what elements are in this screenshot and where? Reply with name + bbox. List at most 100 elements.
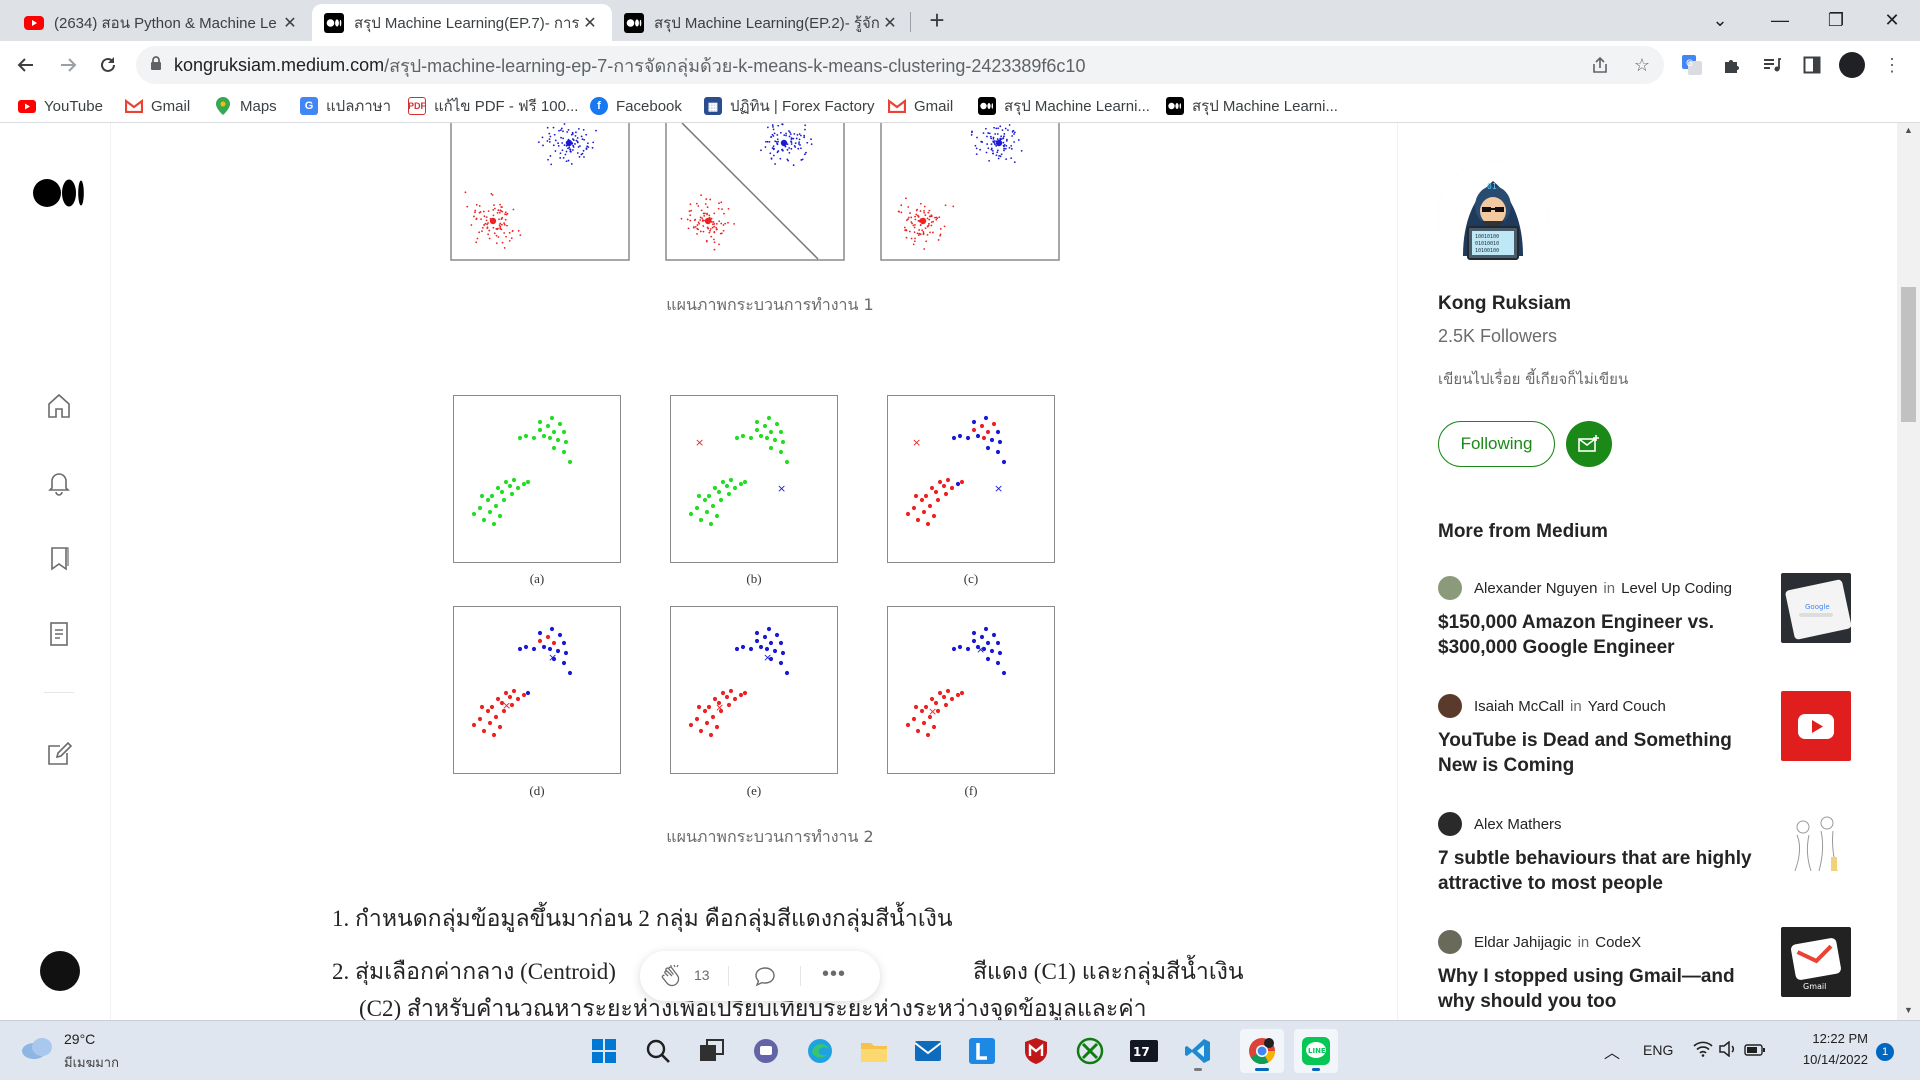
scatter-point <box>760 149 762 152</box>
page-scrollbar[interactable]: ▲ ▼ <box>1897 123 1920 1020</box>
weather-cloud-icon[interactable] <box>20 1035 56 1066</box>
following-button[interactable]: Following <box>1438 421 1555 467</box>
windows-start-icon[interactable] <box>582 1029 626 1073</box>
story-1-thumbnail[interactable]: Google <box>1781 573 1851 643</box>
story-2-thumbnail[interactable] <box>1781 691 1851 761</box>
scatter-point <box>563 439 569 445</box>
story-4-thumbnail[interactable]: Gmail <box>1781 927 1851 997</box>
write-story-icon[interactable] <box>44 739 74 769</box>
medium-logo-icon[interactable] <box>33 178 85 213</box>
reload-button[interactable] <box>92 49 124 81</box>
back-button[interactable] <box>10 49 42 81</box>
bookmark-translate[interactable]: G แปลภาษา <box>300 95 391 117</box>
scatter-point <box>995 449 1001 455</box>
bookmark-label: สรุป Machine Learni... <box>1192 98 1338 115</box>
author-followers[interactable]: 2.5K Followers <box>1438 326 1557 347</box>
scrollbar-thumb[interactable] <box>1901 287 1916 422</box>
tab-medium-ep2[interactable]: สรุป Machine Learning(EP.2)- รู้จัก ✕ <box>612 4 912 41</box>
profile-avatar[interactable] <box>1836 49 1868 81</box>
bookmark-medium-2[interactable]: สรุป Machine Learni... <box>1166 95 1338 117</box>
home-icon[interactable] <box>44 391 74 421</box>
side-panel-icon[interactable] <box>1796 49 1828 81</box>
volume-icon[interactable] <box>1718 1040 1738 1062</box>
chrome-menu-icon[interactable]: ⋮ <box>1876 49 1908 81</box>
chrome-icon[interactable] <box>1240 1029 1284 1073</box>
bookmark-gmail[interactable]: Gmail <box>125 95 190 117</box>
notification-badge[interactable]: 1 <box>1876 1043 1894 1061</box>
vscode-icon[interactable] <box>1176 1029 1220 1073</box>
author-name[interactable]: Kong Ruksiam <box>1438 293 1571 315</box>
close-window-button[interactable]: ✕ <box>1864 0 1920 41</box>
tab-youtube[interactable]: (2634) สอน Python & Machine Le ✕ <box>12 4 312 41</box>
scatter-point <box>577 146 580 148</box>
user-avatar[interactable] <box>40 951 80 991</box>
forward-button[interactable] <box>52 49 84 81</box>
close-icon[interactable]: ✕ <box>880 13 900 33</box>
notifications-bell-icon[interactable] <box>44 467 74 497</box>
close-icon[interactable]: ✕ <box>580 13 600 33</box>
wifi-icon[interactable] <box>1693 1041 1713 1062</box>
clock-date[interactable]: 10/14/2022 <box>1794 1052 1868 1067</box>
weather-temp[interactable]: 29°C <box>64 1031 95 1047</box>
mail-app-icon[interactable] <box>906 1029 950 1073</box>
bookmark-forex[interactable]: ▦ ปฏิทิน | Forex Factory <box>704 95 875 117</box>
story-4-title[interactable]: Why I stopped using Gmail—and why should… <box>1438 964 1768 1014</box>
minimize-button[interactable]: — <box>1752 0 1808 41</box>
clap-icon[interactable] <box>660 963 686 994</box>
bookmark-maps[interactable]: Maps <box>214 95 277 117</box>
tray-overflow-chevron-icon[interactable]: ︿ <box>1604 1039 1620 1063</box>
comment-icon[interactable] <box>752 963 778 994</box>
tab-medium-ep7[interactable]: สรุป Machine Learning(EP.7)- การ ✕ <box>312 4 612 41</box>
scatter-point <box>474 211 476 214</box>
bookmark-medium-1[interactable]: สรุป Machine Learni... <box>978 95 1150 117</box>
google-translate-icon[interactable]: G <box>1676 49 1708 81</box>
story-4-meta[interactable]: Eldar Jahijagic in CodeX <box>1438 930 1641 954</box>
bookmark-gmail-2[interactable]: Gmail <box>888 95 953 117</box>
task-view-icon[interactable] <box>690 1029 734 1073</box>
clock-time[interactable]: 12:22 PM <box>1806 1031 1868 1046</box>
stories-document-icon[interactable] <box>44 619 74 649</box>
search-icon[interactable] <box>636 1029 680 1073</box>
bookmark-facebook[interactable]: f Facebook <box>590 95 682 117</box>
new-tab-button[interactable]: + <box>922 6 952 36</box>
scroll-down-arrow-icon[interactable]: ▼ <box>1904 1005 1913 1015</box>
tradingview-icon[interactable]: 17 <box>1122 1029 1166 1073</box>
bookmark-youtube[interactable]: YouTube <box>18 95 103 117</box>
extensions-puzzle-icon[interactable] <box>1716 49 1748 81</box>
share-icon[interactable] <box>1584 49 1616 81</box>
story-1-title[interactable]: $150,000 Amazon Engineer vs. $300,000 Go… <box>1438 610 1768 660</box>
story-1-meta[interactable]: Alexander Nguyen in Level Up Coding <box>1438 576 1732 600</box>
story-3-title[interactable]: 7 subtle behaviours that are highly attr… <box>1438 846 1768 896</box>
bookmarks-list-icon[interactable] <box>44 543 74 573</box>
scroll-up-arrow-icon[interactable]: ▲ <box>1904 125 1913 135</box>
story-2-title[interactable]: YouTube is Dead and Something New is Com… <box>1438 728 1768 778</box>
scatter-point <box>754 638 760 644</box>
learning-app-icon[interactable] <box>960 1029 1004 1073</box>
file-explorer-icon[interactable] <box>852 1029 896 1073</box>
edge-browser-icon[interactable] <box>798 1029 842 1073</box>
close-icon[interactable]: ✕ <box>280 13 300 33</box>
scatter-point <box>521 692 527 698</box>
teams-chat-icon[interactable] <box>744 1029 788 1073</box>
mcafee-shield-icon[interactable] <box>1014 1029 1058 1073</box>
line-app-icon[interactable]: LINE <box>1294 1029 1338 1073</box>
panel-label-e: (e) <box>746 783 762 798</box>
bookmark-star-icon[interactable]: ☆ <box>1626 49 1658 81</box>
media-control-icon[interactable] <box>1756 49 1788 81</box>
story-author: Alexander Nguyen <box>1474 579 1598 597</box>
author-avatar[interactable]: 01 10010100 01010010 10100100 <box>1438 161 1548 271</box>
tab-search-icon[interactable]: ⌄ <box>1692 0 1748 41</box>
more-options-icon[interactable]: ••• <box>822 963 846 986</box>
bookmark-pdf[interactable]: PDF แก้ไข PDF - ฟรี 100... <box>408 95 578 117</box>
scatter-point <box>790 147 793 150</box>
address-bar[interactable]: kongruksiam.medium.com/สรุป-machine-lear… <box>136 46 1664 84</box>
language-indicator[interactable]: ENG <box>1643 1042 1673 1058</box>
weather-desc[interactable]: มีเมฆมาก <box>64 1052 119 1073</box>
story-3-thumbnail[interactable] <box>1781 809 1851 879</box>
story-2-meta[interactable]: Isaiah McCall in Yard Couch <box>1438 694 1666 718</box>
subscribe-email-button[interactable] <box>1566 421 1612 467</box>
xbox-icon[interactable] <box>1068 1029 1112 1073</box>
story-3-meta[interactable]: Alex Mathers <box>1438 812 1562 836</box>
maximize-button[interactable]: ❐ <box>1808 0 1864 41</box>
battery-icon[interactable] <box>1744 1043 1766 1061</box>
